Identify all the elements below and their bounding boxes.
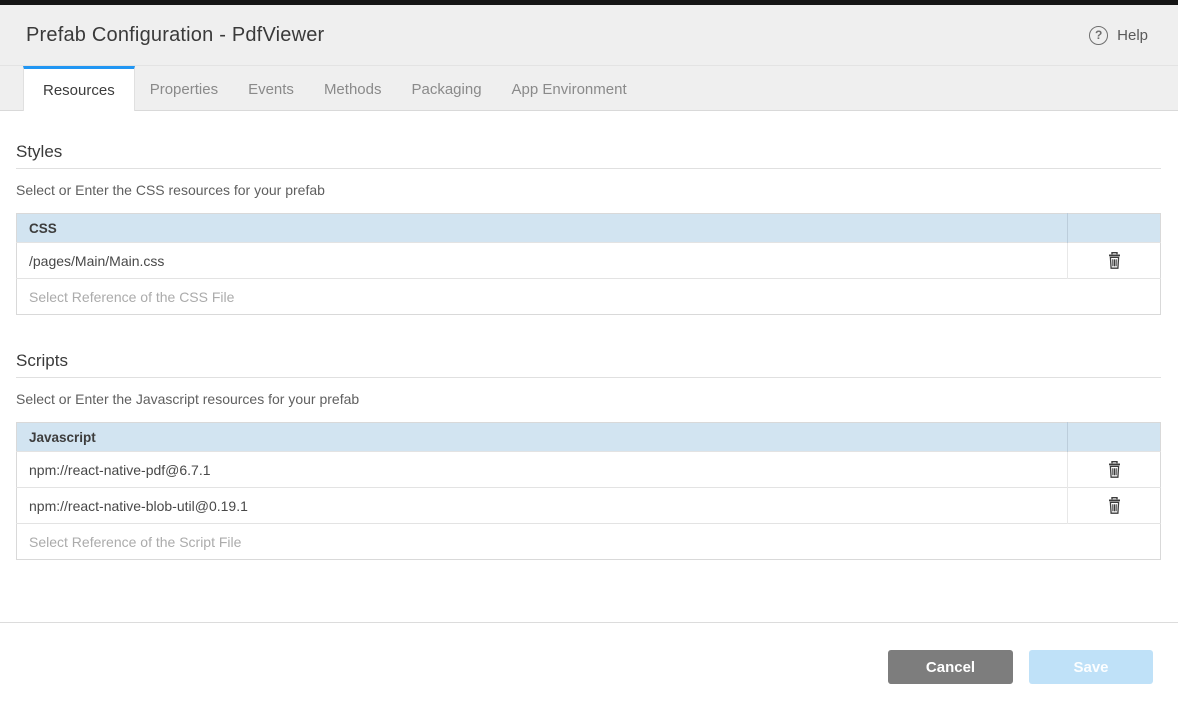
table-header-row: Javascript: [17, 423, 1161, 452]
actions-column-header: [1068, 423, 1161, 452]
tab-packaging[interactable]: Packaging: [396, 66, 496, 110]
resources-panel: Styles Select or Enter the CSS resources…: [0, 111, 1178, 622]
css-resources-table: CSS /pages/Main/Main.css: [16, 213, 1161, 315]
css-resource-value: /pages/Main/Main.css: [17, 243, 1068, 279]
delete-script-resource-button[interactable]: [1102, 494, 1127, 517]
styles-description: Select or Enter the CSS resources for yo…: [16, 182, 1161, 198]
dialog-footer: Cancel Save: [0, 622, 1178, 705]
question-mark-circle-icon: ?: [1089, 26, 1108, 45]
css-column-header: CSS: [17, 214, 1068, 243]
delete-script-resource-button[interactable]: [1102, 458, 1127, 481]
trash-icon: [1106, 496, 1123, 515]
page-title: Prefab Configuration - PdfViewer: [26, 24, 324, 47]
css-file-reference-select[interactable]: Select Reference of the CSS File: [17, 279, 1161, 315]
actions-column-header: [1068, 214, 1161, 243]
tab-events[interactable]: Events: [233, 66, 309, 110]
table-row: /pages/Main/Main.css: [17, 243, 1161, 279]
script-resource-value: npm://react-native-blob-util@0.19.1: [17, 488, 1068, 524]
javascript-resources-table: Javascript npm://react-native-pdf@6.7.1: [16, 422, 1161, 560]
help-label: Help: [1117, 27, 1148, 44]
help-button[interactable]: ? Help: [1089, 26, 1148, 45]
cancel-button[interactable]: Cancel: [888, 650, 1013, 684]
scripts-section: Scripts Select or Enter the Javascript r…: [16, 351, 1161, 560]
tab-properties[interactable]: Properties: [135, 66, 233, 110]
table-row: npm://react-native-blob-util@0.19.1: [17, 488, 1161, 524]
table-row: npm://react-native-pdf@6.7.1: [17, 452, 1161, 488]
script-file-reference-select[interactable]: Select Reference of the Script File: [17, 524, 1161, 560]
trash-icon: [1106, 460, 1123, 479]
script-resource-value: npm://react-native-pdf@6.7.1: [17, 452, 1068, 488]
tab-bar: Resources Properties Events Methods Pack…: [0, 65, 1178, 111]
javascript-column-header: Javascript: [17, 423, 1068, 452]
delete-css-resource-button[interactable]: [1102, 249, 1127, 272]
table-header-row: CSS: [17, 214, 1161, 243]
styles-section: Styles Select or Enter the CSS resources…: [16, 142, 1161, 315]
scripts-description: Select or Enter the Javascript resources…: [16, 391, 1161, 407]
table-row: Select Reference of the CSS File: [17, 279, 1161, 315]
save-button[interactable]: Save: [1029, 650, 1153, 684]
scripts-heading: Scripts: [16, 351, 1161, 378]
dialog-header: Prefab Configuration - PdfViewer ? Help: [0, 5, 1178, 65]
trash-icon: [1106, 251, 1123, 270]
tab-app-environment[interactable]: App Environment: [497, 66, 642, 110]
styles-heading: Styles: [16, 142, 1161, 169]
tab-methods[interactable]: Methods: [309, 66, 397, 110]
tab-resources[interactable]: Resources: [23, 66, 135, 111]
table-row: Select Reference of the Script File: [17, 524, 1161, 560]
